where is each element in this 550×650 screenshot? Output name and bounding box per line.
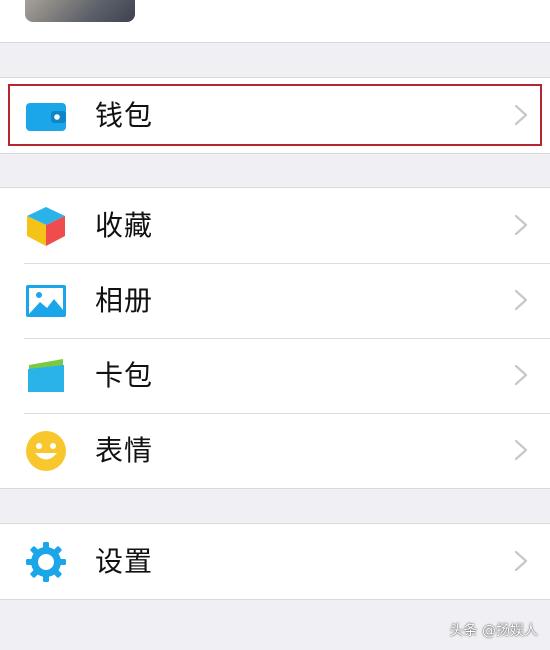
- chevron-right-icon: [514, 439, 528, 461]
- picture-icon: [26, 285, 66, 317]
- chevron-right-icon: [514, 289, 528, 311]
- avatar[interactable]: [25, 0, 135, 22]
- features-group: 收藏 相册 卡包 表情: [0, 187, 550, 489]
- wallet-group: 钱包: [0, 77, 550, 154]
- menu-item-label: 卡包: [95, 359, 154, 392]
- menu-item-label: 钱包: [95, 99, 154, 132]
- menu-item-stickers[interactable]: 表情: [0, 413, 550, 488]
- chevron-right-icon: [514, 364, 528, 386]
- chevron-right-icon: [514, 214, 528, 236]
- watermark: 头条 @扬娱人: [449, 623, 538, 639]
- menu-item-settings[interactable]: 设置: [0, 524, 550, 599]
- smiley-icon: [26, 431, 66, 471]
- menu-item-favorites[interactable]: 收藏: [0, 188, 550, 263]
- me-page: 钱包 收藏 相册 卡包 表情 设置 头条 @扬娱人: [0, 0, 550, 650]
- card-icon: [28, 359, 64, 392]
- menu-item-album[interactable]: 相册: [0, 263, 550, 338]
- gear-icon: [26, 542, 66, 582]
- profile-header[interactable]: [0, 0, 550, 43]
- chevron-right-icon: [514, 550, 528, 572]
- cube-icon: [27, 207, 65, 246]
- menu-item-label: 相册: [95, 284, 154, 317]
- settings-group: 设置: [0, 523, 550, 600]
- chevron-right-icon: [514, 104, 528, 126]
- menu-item-wallet[interactable]: 钱包: [0, 78, 550, 153]
- menu-item-label: 表情: [95, 434, 154, 467]
- menu-item-cards[interactable]: 卡包: [0, 338, 550, 413]
- menu-item-label: 设置: [95, 545, 154, 578]
- menu-item-label: 收藏: [95, 209, 154, 242]
- wallet-icon: [26, 103, 66, 131]
